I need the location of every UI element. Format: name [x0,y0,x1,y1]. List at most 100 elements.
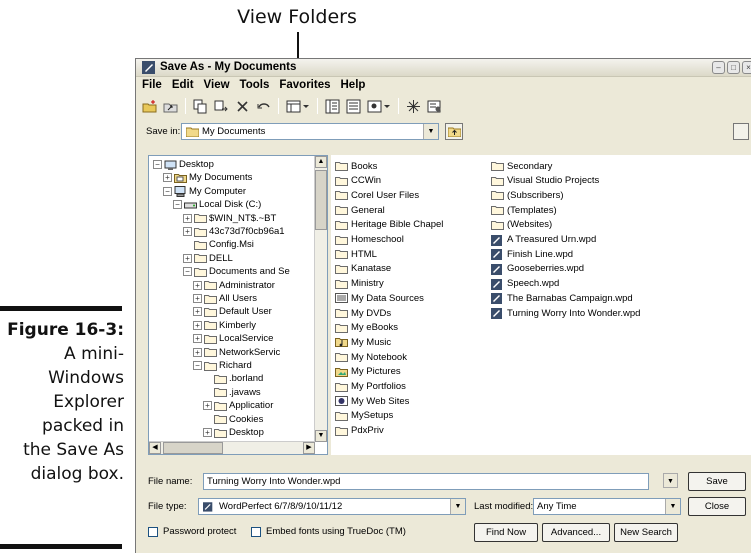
folder-item[interactable]: Corel User Files [335,188,419,202]
scroll-thumb[interactable] [163,442,223,454]
delete-button[interactable] [233,97,252,116]
chevron-down-icon[interactable]: ▼ [450,499,465,514]
preview-button[interactable] [344,97,363,116]
tree-item[interactable]: + Kimberly [193,319,256,332]
collapse-icon[interactable]: − [193,361,202,370]
tree-item[interactable]: + Default User [193,305,272,318]
folder-item[interactable]: (Websites) [491,218,552,232]
tree-item[interactable]: + DELL [183,252,233,265]
folder-item[interactable]: General [335,203,385,217]
maximize-button[interactable]: □ [727,61,740,74]
expand-icon[interactable]: + [163,173,172,183]
expand-icon[interactable]: + [193,320,202,330]
menu-file[interactable]: File [142,77,162,93]
tree-item[interactable]: − Desktop [153,158,214,171]
folder-item[interactable]: Homeschool [335,233,404,247]
properties-button[interactable] [425,97,444,116]
tree-view-button[interactable] [323,97,342,116]
new-search-button[interactable]: New Search [614,523,678,542]
tree-item[interactable]: + $WIN_NT$.~BT [183,212,276,225]
last-modified-dropdown[interactable]: Any Time ▼ [533,498,681,515]
tree-item[interactable]: − My Computer [163,185,246,198]
tree-item[interactable]: − Richard [193,359,252,372]
move-to-button[interactable] [212,97,231,116]
save-in-dropdown[interactable]: My Documents ▼ [181,123,439,140]
find-button[interactable] [404,97,423,116]
folder-item[interactable]: (Subscribers) [491,188,564,202]
file-type-dropdown[interactable]: WordPerfect 6/7/8/9/10/11/12 ▼ [198,498,466,515]
expand-icon[interactable]: + [193,334,202,344]
file-item[interactable]: Speech.wpd [491,277,559,291]
folder-item[interactable]: My eBooks [335,321,398,335]
tree-item[interactable]: + My Documents [163,171,252,184]
folder-item[interactable]: Kanatase [335,262,391,276]
tree-horizontal-scrollbar[interactable]: ◀ ▶ [149,441,315,454]
file-item[interactable]: Turning Worry Into Wonder.wpd [491,306,640,320]
toggle-pane-button[interactable] [733,123,749,140]
views-menu-button[interactable] [365,97,393,116]
folder-item[interactable]: My Notebook [335,350,407,364]
folder-item[interactable]: CCWin [335,174,381,188]
scroll-right-icon[interactable]: ▶ [303,442,315,454]
tree-item[interactable]: + All Users [193,292,257,305]
collapse-icon[interactable]: − [163,186,172,196]
tree-item[interactable]: + LocalService [193,332,273,345]
advanced-button[interactable]: Advanced... [542,523,610,542]
up-one-level-button[interactable] [445,123,463,140]
expand-icon[interactable]: + [203,401,212,411]
scroll-up-icon[interactable]: ▲ [315,156,327,168]
new-folder-button[interactable] [140,97,159,116]
undo-button[interactable] [254,97,273,116]
tree-item[interactable]: +43c73d7f0cb96a1 [183,225,285,238]
folder-item[interactable]: Books [335,159,377,173]
folder-item[interactable]: My DVDs [335,306,391,320]
menu-favorites[interactable]: Favorites [279,77,330,93]
folder-item[interactable]: My Portfolios [335,380,406,394]
create-shortcut-button[interactable] [161,97,180,116]
chevron-down-icon[interactable]: ▼ [665,499,680,514]
password-protect-checkbox[interactable] [148,526,158,537]
copy-to-button[interactable] [191,97,210,116]
expand-icon[interactable]: + [183,213,192,223]
folder-item[interactable]: PdxPriv [335,424,384,438]
close-button[interactable]: Close [688,497,746,516]
folder-item[interactable]: My Data Sources [335,291,424,305]
tree-item[interactable]: .borland [203,372,263,385]
scroll-left-icon[interactable]: ◀ [149,442,161,454]
folder-item[interactable]: My Pictures [335,365,401,379]
tree-item[interactable]: + Administrator [193,279,275,292]
file-item[interactable]: Gooseberries.wpd [491,262,584,276]
folder-item[interactable]: Ministry [335,277,384,291]
tree-item[interactable]: − Local Disk (C:) [173,198,261,211]
chevron-down-icon[interactable]: ▼ [663,473,678,488]
view-folders-button[interactable] [284,97,312,116]
tree-item[interactable]: Config.Msi [183,238,254,251]
expand-icon[interactable]: + [203,428,212,437]
file-list[interactable]: Books CCWin Corel User Files General Heritag… [331,155,751,455]
folder-item[interactable]: Heritage Bible Chapel [335,218,443,232]
minimize-button[interactable]: – [712,61,725,74]
collapse-icon[interactable]: − [183,267,192,277]
tree-item[interactable]: − Documents and Se [183,265,290,278]
title-bar[interactable]: Save As - My Documents – □ × [136,59,751,77]
folder-item[interactable]: My Music [335,335,391,349]
expand-icon[interactable]: + [193,307,202,317]
file-name-input[interactable]: Turning Worry Into Wonder.wpd [203,473,649,490]
menu-view[interactable]: View [204,77,230,93]
file-item[interactable]: A Treasured Urn.wpd [491,233,596,247]
find-now-button[interactable]: Find Now [474,523,538,542]
file-name-history[interactable]: ▼ [663,473,678,490]
tree-vertical-scrollbar[interactable]: ▲ ▼ [314,156,327,442]
embed-fonts-checkbox[interactable] [251,526,261,537]
save-button[interactable]: Save [688,472,746,491]
folder-item[interactable]: My Web Sites [335,394,409,408]
expand-icon[interactable]: + [193,280,202,290]
collapse-icon[interactable]: − [153,160,162,169]
folder-item[interactable]: Secondary [491,159,552,173]
tree-item[interactable]: + Desktop [203,426,264,439]
collapse-icon[interactable]: − [173,200,182,210]
folder-item[interactable]: (Templates) [491,203,557,217]
expand-icon[interactable]: + [193,294,202,303]
menu-edit[interactable]: Edit [172,77,194,93]
expand-icon[interactable]: + [183,227,192,236]
